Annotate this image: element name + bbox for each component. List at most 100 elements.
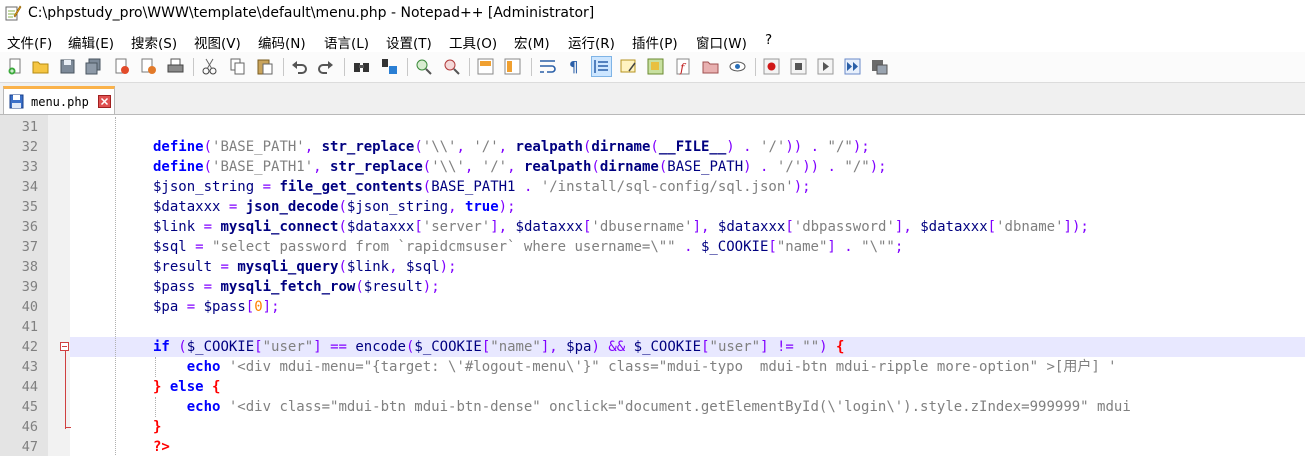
menu-plugins[interactable]: 插件(P) bbox=[632, 32, 678, 52]
line-number: 32 bbox=[21, 139, 38, 155]
zoom-in-icon[interactable] bbox=[414, 57, 433, 76]
find-icon[interactable] bbox=[352, 57, 371, 76]
title-bar: C:\phpstudy_pro\WWW\template\default\men… bbox=[0, 0, 1305, 28]
close-all-icon[interactable] bbox=[139, 57, 158, 76]
menu-bar: 文件(F) 编辑(E) 搜索(S) 视图(V) 编码(N) 语言(L) 设置(T… bbox=[0, 28, 1305, 52]
menu-run[interactable]: 运行(R) bbox=[568, 32, 615, 52]
toolbar-separator bbox=[283, 58, 284, 76]
code-text: if ($_COOKIE["user"] == encode($_COOKIE[… bbox=[153, 339, 845, 355]
fold-toggle-icon[interactable] bbox=[60, 342, 69, 351]
menu-edit[interactable]: 编辑(E) bbox=[68, 32, 114, 52]
code-text: } else { bbox=[153, 379, 221, 395]
sync-horizontal-icon[interactable] bbox=[503, 57, 522, 76]
code-line[interactable]: 45 echo '<div class="mdui-btn mdui-btn-d… bbox=[22, 397, 1305, 417]
doc-map-icon[interactable] bbox=[646, 57, 665, 76]
line-number: 35 bbox=[21, 199, 38, 215]
copy-icon[interactable] bbox=[228, 57, 247, 76]
line-number: 46 bbox=[21, 419, 38, 435]
fold-range-line bbox=[65, 351, 66, 429]
monitoring-icon[interactable] bbox=[728, 57, 747, 76]
fold-end-marker bbox=[65, 427, 71, 428]
code-line[interactable]: 32 define('BASE_PATH', str_replace('\\', … bbox=[22, 137, 1305, 157]
folder-workspace-icon[interactable] bbox=[701, 57, 720, 76]
line-number: 40 bbox=[21, 299, 38, 315]
save-all-icon[interactable] bbox=[84, 57, 103, 76]
paste-icon[interactable] bbox=[255, 57, 274, 76]
udl-icon[interactable] bbox=[619, 57, 638, 76]
code-line[interactable]: 40 $pa = $pass[0]; bbox=[22, 297, 1305, 317]
save-macro-icon[interactable] bbox=[870, 57, 889, 76]
show-all-chars-icon[interactable]: ¶ bbox=[565, 57, 584, 76]
line-number: 33 bbox=[21, 159, 38, 175]
menu-help[interactable]: ? bbox=[765, 32, 772, 48]
menu-macro[interactable]: 宏(M) bbox=[514, 32, 550, 52]
line-number: 39 bbox=[21, 279, 38, 295]
code-text: define('BASE_PATH', str_replace('\\', '/… bbox=[153, 139, 870, 155]
code-line[interactable]: 37 $sql = "select password from `rapidcms… bbox=[22, 237, 1305, 257]
toolbar-separator bbox=[531, 58, 532, 76]
code-text: $sql = "select password from `rapidcmsus… bbox=[153, 239, 904, 255]
cut-icon[interactable] bbox=[200, 57, 219, 76]
menu-tools[interactable]: 工具(O) bbox=[449, 32, 497, 52]
fold-margin bbox=[48, 115, 70, 456]
run-macro-multiple-icon[interactable] bbox=[843, 57, 862, 76]
toolbar-separator bbox=[344, 58, 345, 76]
toolbar: ¶ f bbox=[0, 52, 1305, 83]
line-number: 44 bbox=[21, 379, 38, 395]
redo-icon[interactable] bbox=[316, 57, 335, 76]
close-tab-icon[interactable] bbox=[98, 95, 111, 108]
stop-record-icon[interactable] bbox=[789, 57, 808, 76]
code-line[interactable]: 44 } else { bbox=[22, 377, 1305, 397]
code-line[interactable]: 34 $json_string = file_get_contents(BASE_… bbox=[22, 177, 1305, 197]
code-line[interactable]: 43 echo '<div mdui-menu="{target: \'#log… bbox=[22, 357, 1305, 377]
menu-view[interactable]: 视图(V) bbox=[194, 32, 241, 52]
code-line[interactable]: 42 if ($_COOKIE["user"] == encode($_COOKI… bbox=[22, 337, 1305, 357]
window-title: C:\phpstudy_pro\WWW\template\default\men… bbox=[28, 5, 595, 21]
code-text: echo '<div mdui-menu="{target: \'#logout… bbox=[186, 359, 1117, 375]
sync-vertical-icon[interactable] bbox=[476, 57, 495, 76]
menu-window[interactable]: 窗口(W) bbox=[696, 32, 747, 52]
code-line[interactable]: 46} bbox=[22, 417, 1305, 437]
play-macro-icon[interactable] bbox=[816, 57, 835, 76]
code-text: $dataxxx = json_decode($json_string, tru… bbox=[153, 199, 516, 215]
menu-encoding[interactable]: 编码(N) bbox=[258, 32, 306, 52]
replace-icon[interactable] bbox=[380, 57, 399, 76]
menu-language[interactable]: 语言(L) bbox=[324, 32, 369, 52]
indent-guide-icon[interactable] bbox=[591, 56, 612, 77]
line-number: 47 bbox=[21, 439, 38, 455]
code-line[interactable]: 39 $pass = mysqli_fetch_row($result); bbox=[22, 277, 1305, 297]
code-text: } bbox=[153, 419, 162, 435]
zoom-out-icon[interactable] bbox=[442, 57, 461, 76]
code-line[interactable]: 36 $link = mysqli_connect($dataxxx['serve… bbox=[22, 217, 1305, 237]
code-line[interactable]: 47 ?> bbox=[22, 437, 1305, 456]
save-icon[interactable] bbox=[58, 57, 77, 76]
menu-file[interactable]: 文件(F) bbox=[7, 32, 52, 52]
record-macro-icon[interactable] bbox=[762, 57, 781, 76]
word-wrap-icon[interactable] bbox=[538, 57, 557, 76]
print-icon[interactable] bbox=[166, 57, 185, 76]
code-line[interactable]: 38 $result = mysqli_query($link, $sql); bbox=[22, 257, 1305, 277]
code-line[interactable]: 31 bbox=[22, 117, 1305, 137]
close-icon[interactable] bbox=[112, 57, 131, 76]
function-list-icon[interactable]: f bbox=[674, 57, 693, 76]
new-file-icon[interactable] bbox=[6, 57, 25, 76]
line-number: 34 bbox=[21, 179, 38, 195]
code-text: $link = mysqli_connect($dataxxx['server'… bbox=[153, 219, 1089, 235]
tab-menu-php[interactable]: menu.php bbox=[3, 86, 115, 114]
notepadpp-logo-icon bbox=[5, 5, 22, 21]
code-text: echo '<div class="mdui-btn mdui-btn-dens… bbox=[186, 399, 1131, 415]
code-line[interactable]: 33 define('BASE_PATH1', str_replace('\\',… bbox=[22, 157, 1305, 177]
code-text: $json_string = file_get_contents(BASE_PA… bbox=[153, 179, 811, 195]
code-editor[interactable]: 31 32 define('BASE_PATH', str_replace('\\'… bbox=[0, 115, 1305, 456]
code-text: $result = mysqli_query($link, $sql); bbox=[153, 259, 457, 275]
code-line[interactable]: 41 bbox=[22, 317, 1305, 337]
open-file-icon[interactable] bbox=[31, 57, 50, 76]
indent-guide bbox=[155, 357, 156, 377]
undo-icon[interactable] bbox=[290, 57, 309, 76]
menu-search[interactable]: 搜索(S) bbox=[131, 32, 177, 52]
code-text: define('BASE_PATH1', str_replace('\\', '… bbox=[153, 159, 887, 175]
toolbar-separator bbox=[407, 58, 408, 76]
menu-settings[interactable]: 设置(T) bbox=[386, 32, 432, 52]
toolbar-separator bbox=[193, 58, 194, 76]
code-line[interactable]: 35 $dataxxx = json_decode($json_string, t… bbox=[22, 197, 1305, 217]
